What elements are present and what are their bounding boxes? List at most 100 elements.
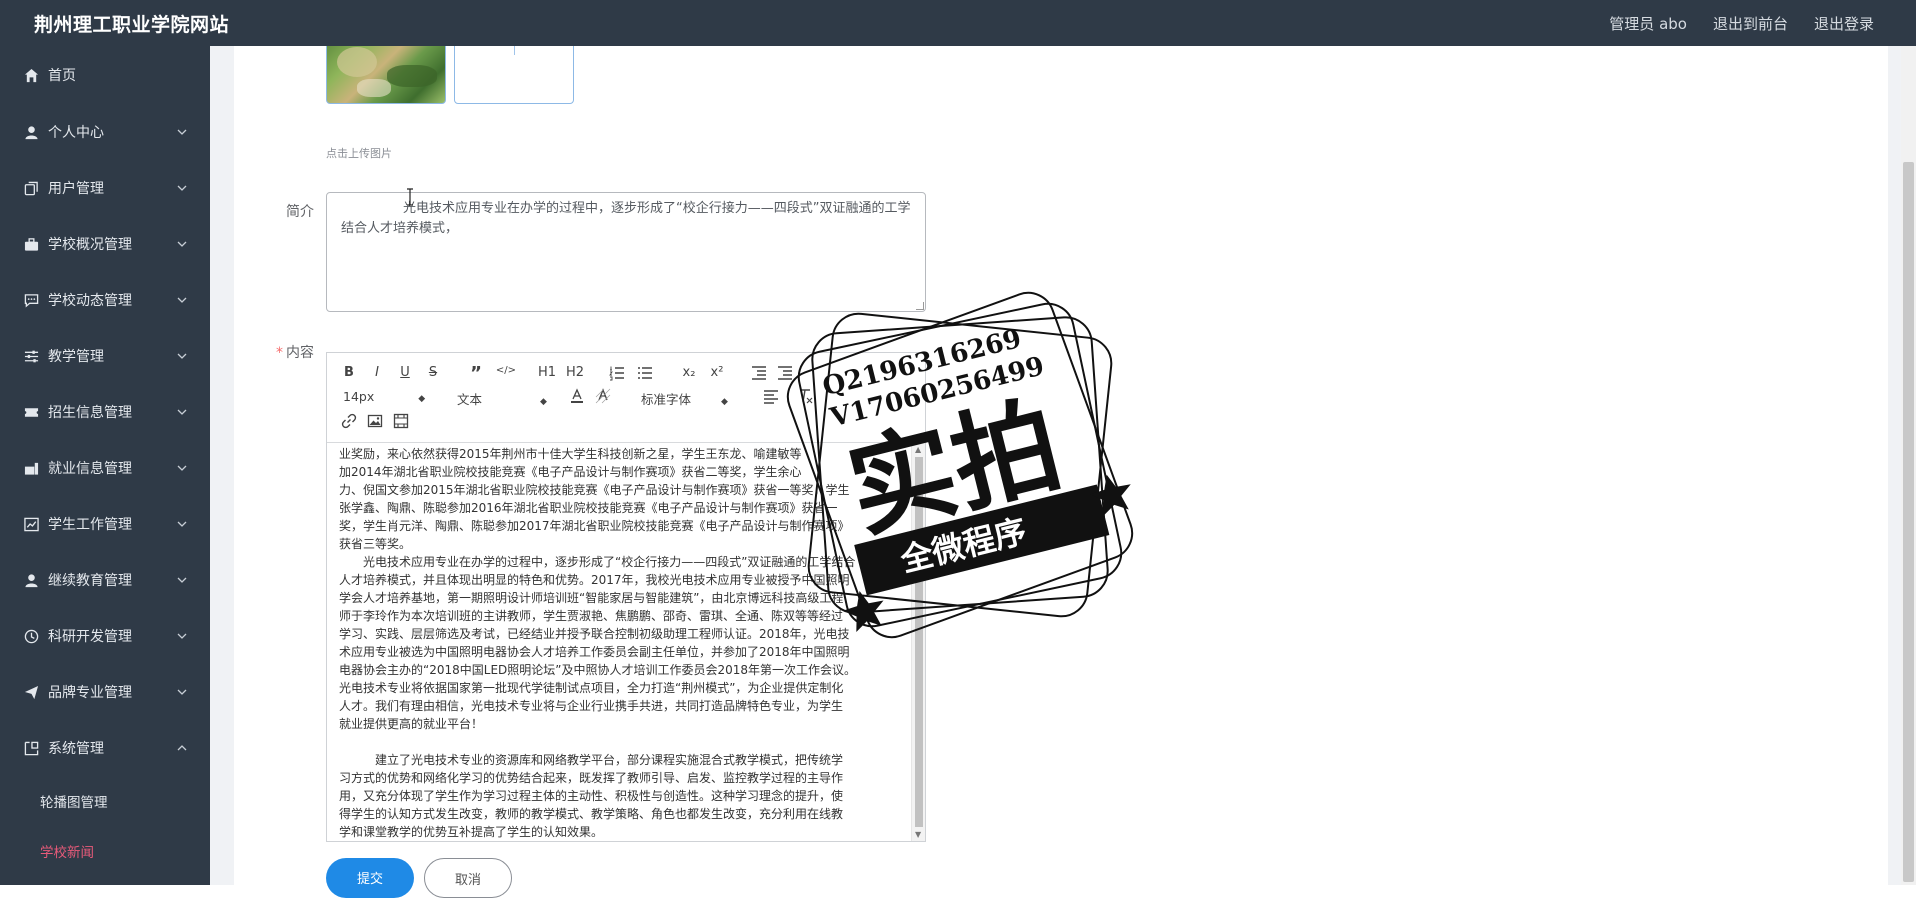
sidebar-item-label: 首页 [48, 68, 76, 84]
chevron-down-icon [177, 185, 187, 191]
subscript-button[interactable]: x₂ [679, 365, 699, 380]
sidebar-item-student-work[interactable]: 学生工作管理 [0, 496, 210, 552]
scroll-up-icon[interactable]: ▲ [915, 445, 921, 454]
intro-text: 光电技术应用专业在办学的过程中，逐步形成了“校企行接力——四段式”双证融通的工学… [341, 201, 911, 236]
page-scrollbar[interactable] [1901, 46, 1916, 885]
logout-link[interactable]: 退出登录 [1814, 13, 1874, 34]
sidebar-item-school-overview[interactable]: 学校概况管理 [0, 216, 210, 272]
content-line: 习方式的优势和网络化学习的优势结合起来，既发挥了教师引导、启发、监控教学过程的主… [339, 771, 844, 785]
chevron-down-icon [177, 465, 187, 471]
resize-handle[interactable] [916, 302, 924, 310]
ordered-list-icon[interactable] [609, 365, 625, 381]
sidebar-item-label: 继续教育管理 [48, 573, 132, 589]
chevron-down-icon [177, 297, 187, 303]
bold-button[interactable]: B [341, 365, 357, 380]
sidebar-item-label: 系统管理 [48, 741, 104, 757]
strike-button[interactable]: S [425, 365, 441, 380]
block-type-select[interactable]: 文本 ◆ [457, 389, 547, 408]
content-line: 业奖励，来心依然获得2015年荆州市十佳大学生科技创新之星，学生王东龙、喻建敏等 [339, 447, 802, 461]
admin-user-label: 管理员 abo [1609, 14, 1687, 33]
clear-format-icon[interactable] [797, 388, 813, 404]
editor-scroll-thumb[interactable] [915, 457, 923, 827]
chevron-down-icon [177, 353, 187, 359]
sidebar-subitem-school-news[interactable]: 学校新闻 [0, 826, 210, 876]
sidebar-item-label: 科研开发管理 [48, 629, 132, 645]
content-line: 就业提供更高的就业平台！ [339, 717, 484, 731]
underline-button[interactable]: U [397, 365, 413, 380]
sidebar-item-label: 个人中心 [48, 125, 104, 141]
font-size-value: 14px [343, 389, 375, 404]
font-color-icon[interactable] [569, 388, 585, 404]
content-line: 张学鑫、陶鼎、陈聪参加2016年湖北省职业院校技能竞赛《电子产品设计与制作赛项》… [339, 501, 838, 515]
ticket-icon [22, 403, 40, 421]
link-icon[interactable] [341, 413, 357, 429]
indent-icon[interactable] [777, 365, 793, 381]
superscript-button[interactable]: x² [707, 365, 727, 380]
sidebar-item-admissions[interactable]: 招生信息管理 [0, 384, 210, 440]
uploaded-image-thumbnail[interactable] [326, 38, 446, 104]
heading2-button[interactable]: H2 [565, 365, 585, 380]
sidebar-item-label: 学校动态管理 [48, 293, 132, 309]
sidebar-item-employment[interactable]: 就业信息管理 [0, 440, 210, 496]
bank-icon [22, 459, 40, 477]
align-icon[interactable] [763, 388, 779, 404]
send-icon [22, 683, 40, 701]
chevron-down-icon [177, 633, 187, 639]
chat-icon [22, 291, 40, 309]
content-line: 学和课堂教学的优势互补提高了学生的认知效果。 [339, 825, 604, 839]
image-region [357, 79, 391, 97]
sidebar-item-label: 招生信息管理 [48, 405, 132, 421]
sidebar-item-research[interactable]: 科研开发管理 [0, 608, 210, 664]
chevron-up-icon [177, 745, 187, 751]
content-line: 用，又充分体现了学生作为学习过程主体的主动性、积极性与创造性。这种学习理念的提升… [339, 789, 844, 803]
page-scroll-thumb[interactable] [1903, 162, 1914, 882]
upload-image-box[interactable] [454, 38, 574, 104]
background-color-icon[interactable] [595, 388, 611, 404]
back-to-front-link[interactable]: 退出到前台 [1713, 13, 1788, 34]
video-icon[interactable] [393, 413, 409, 429]
editor-content[interactable]: 业奖励，来心依然获得2015年荆州市十佳大学生科技创新之星，学生王东龙、喻建敏等… [339, 445, 905, 841]
box-icon [22, 739, 40, 757]
content-line: 术应用专业被选为中国照明电器协会人才培养工作委员会副主任单位，并参加了2018年… [339, 645, 850, 659]
content-label-text: 内容 [286, 345, 314, 361]
font-family-select[interactable]: 标准字体 ◆ [641, 389, 728, 408]
chevron-down-icon [177, 409, 187, 415]
font-size-select[interactable]: 14px ◆ [343, 389, 425, 404]
submit-button[interactable]: 提交 [326, 858, 414, 898]
sidebar-item-profile[interactable]: 个人中心 [0, 104, 210, 160]
chevron-down-icon [177, 577, 187, 583]
font-family-value: 标准字体 [641, 392, 692, 407]
sidebar-item-label: 就业信息管理 [48, 461, 132, 477]
sidebar-item-teaching[interactable]: 教学管理 [0, 328, 210, 384]
cancel-button[interactable]: 取消 [424, 858, 512, 898]
editor-toolbar: B I U S ” </> H1 H2 x₂ x² 14px ◆ 文本 ◆ 标准字体… [327, 353, 925, 443]
italic-button[interactable]: I [369, 365, 385, 380]
content-line: 人才。我们有理由相信，光电技术专业将与企业行业携手共进，共同打造品牌特色专业，为… [339, 699, 844, 713]
sidebar-item-label: 用户管理 [48, 181, 104, 197]
editor-scrollbar[interactable]: ▲ ▼ [911, 443, 925, 841]
text-cursor-icon [407, 188, 413, 206]
copy-icon [22, 179, 40, 197]
intro-textarea[interactable]: 光电技术应用专业在办学的过程中，逐步形成了“校企行接力——四段式”双证融通的工学… [326, 192, 926, 312]
clock-icon [22, 627, 40, 645]
bullet-list-icon[interactable] [637, 365, 653, 381]
sidebar-item-continuing-education[interactable]: 继续教育管理 [0, 552, 210, 608]
scroll-down-icon[interactable]: ▼ [915, 830, 921, 839]
briefcase-icon [22, 235, 40, 253]
sidebar-item-users[interactable]: 用户管理 [0, 160, 210, 216]
heading1-button[interactable]: H1 [537, 365, 557, 380]
chevron-down-icon [177, 129, 187, 135]
sidebar-item-brand-majors[interactable]: 品牌专业管理 [0, 664, 210, 720]
site-title: 荆州理工职业学院网站 [34, 13, 230, 36]
image-icon[interactable] [367, 413, 383, 429]
outdent-icon[interactable] [751, 365, 767, 381]
sidebar-item-school-news-mgmt[interactable]: 学校动态管理 [0, 272, 210, 328]
blockquote-button[interactable]: ” [467, 363, 485, 384]
sidebar-item-label: 学生工作管理 [48, 517, 132, 533]
sidebar-subitem-carousel[interactable]: 轮播图管理 [0, 776, 210, 826]
code-block-button[interactable]: </> [495, 365, 517, 376]
sidebar-item-system[interactable]: 系统管理 [0, 720, 210, 776]
content-line: 师于李玲作为本次培训班的主讲教师，学生贾淑艳、焦鹏鹏、邵奇、雷琪、全通、陈双等等… [339, 609, 844, 623]
sidebar-item-home[interactable]: 首页 [0, 46, 210, 104]
